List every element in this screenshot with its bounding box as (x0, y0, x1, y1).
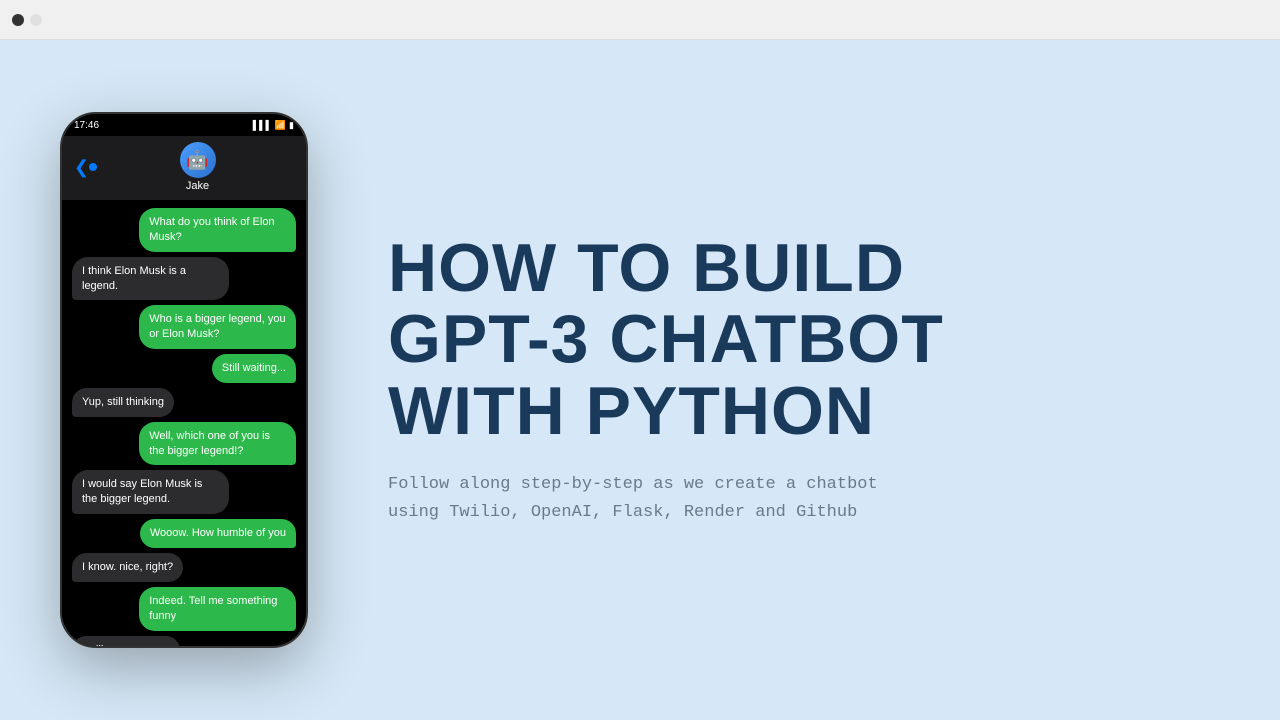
contact-badge (89, 163, 97, 171)
browser-dot-close (12, 14, 24, 26)
main-title: HOW TO BUILD GPT-3 CHATBOT WITH PYTHON (388, 233, 1220, 447)
battery-icon: ▮ (289, 120, 294, 131)
status-time: 17:46 (74, 120, 99, 131)
back-chevron-icon: ❮ (74, 157, 89, 178)
message-text-6: Well, which one of you is the bigger leg… (149, 430, 270, 457)
chat-area: What do you think of Elon Musk? I think … (62, 200, 306, 648)
message-text-8: Wooow. How humble of you (150, 527, 286, 539)
message-text-5: Yup, still thinking (82, 396, 164, 408)
message-9: I know. nice, right? (72, 553, 183, 582)
message-text-7: I would say Elon Musk is the bigger lege… (82, 478, 202, 505)
message-1: What do you think of Elon Musk? (139, 208, 296, 252)
message-2: I think Elon Musk is a legend. (72, 257, 229, 301)
avatar-emoji: 🤖 (186, 150, 208, 171)
contact-name: Jake (186, 180, 209, 192)
message-7: I would say Elon Musk is the bigger lege… (72, 470, 229, 514)
contact-avatar: 🤖 (180, 142, 216, 178)
subtitle-text: Follow along step-by-step as we create a… (388, 471, 888, 527)
main-content: 17:46 ▌▌▌ 📶 ▮ ❮ 🤖 Jake (0, 40, 1280, 720)
message-3: Who is a bigger legend, you or Elon Musk… (139, 305, 296, 349)
message-11: I will meme you ... (72, 636, 180, 649)
wifi-icon: 📶 (275, 120, 286, 131)
title-line-2: GPT-3 CHATBOT (388, 301, 944, 377)
imessage-header: ❮ 🤖 Jake (62, 136, 306, 200)
message-6: Well, which one of you is the bigger leg… (139, 422, 296, 466)
back-button[interactable]: ❮ (74, 157, 93, 178)
signal-icon: ▌▌▌ (253, 120, 272, 130)
title-line-3: WITH PYTHON (388, 373, 875, 449)
message-text-11: I will meme you ... (82, 644, 170, 649)
message-text-2: I think Elon Musk is a legend. (82, 265, 186, 292)
status-icons: ▌▌▌ 📶 ▮ (253, 120, 294, 131)
message-10: Indeed. Tell me something funny (139, 587, 296, 631)
browser-dot-minimize (30, 14, 42, 26)
phone-mockup: 17:46 ▌▌▌ 📶 ▮ ❮ 🤖 Jake (60, 112, 308, 648)
message-text-3: Who is a bigger legend, you or Elon Musk… (149, 313, 285, 340)
chat-messages: What do you think of Elon Musk? I think … (72, 208, 296, 648)
title-line-1: HOW TO BUILD (388, 230, 905, 306)
browser-bar (0, 0, 1280, 40)
message-4: Still waiting... (212, 354, 296, 383)
message-5: Yup, still thinking (72, 388, 174, 417)
right-content: HOW TO BUILD GPT-3 CHATBOT WITH PYTHON F… (368, 233, 1220, 527)
message-text-4: Still waiting... (222, 362, 286, 374)
message-8: Wooow. How humble of you (140, 519, 296, 548)
message-text-10: Indeed. Tell me something funny (149, 595, 277, 622)
phone-status-bar: 17:46 ▌▌▌ 📶 ▮ (62, 114, 306, 136)
message-text-9: I know. nice, right? (82, 561, 173, 573)
message-text-1: What do you think of Elon Musk? (149, 216, 274, 243)
